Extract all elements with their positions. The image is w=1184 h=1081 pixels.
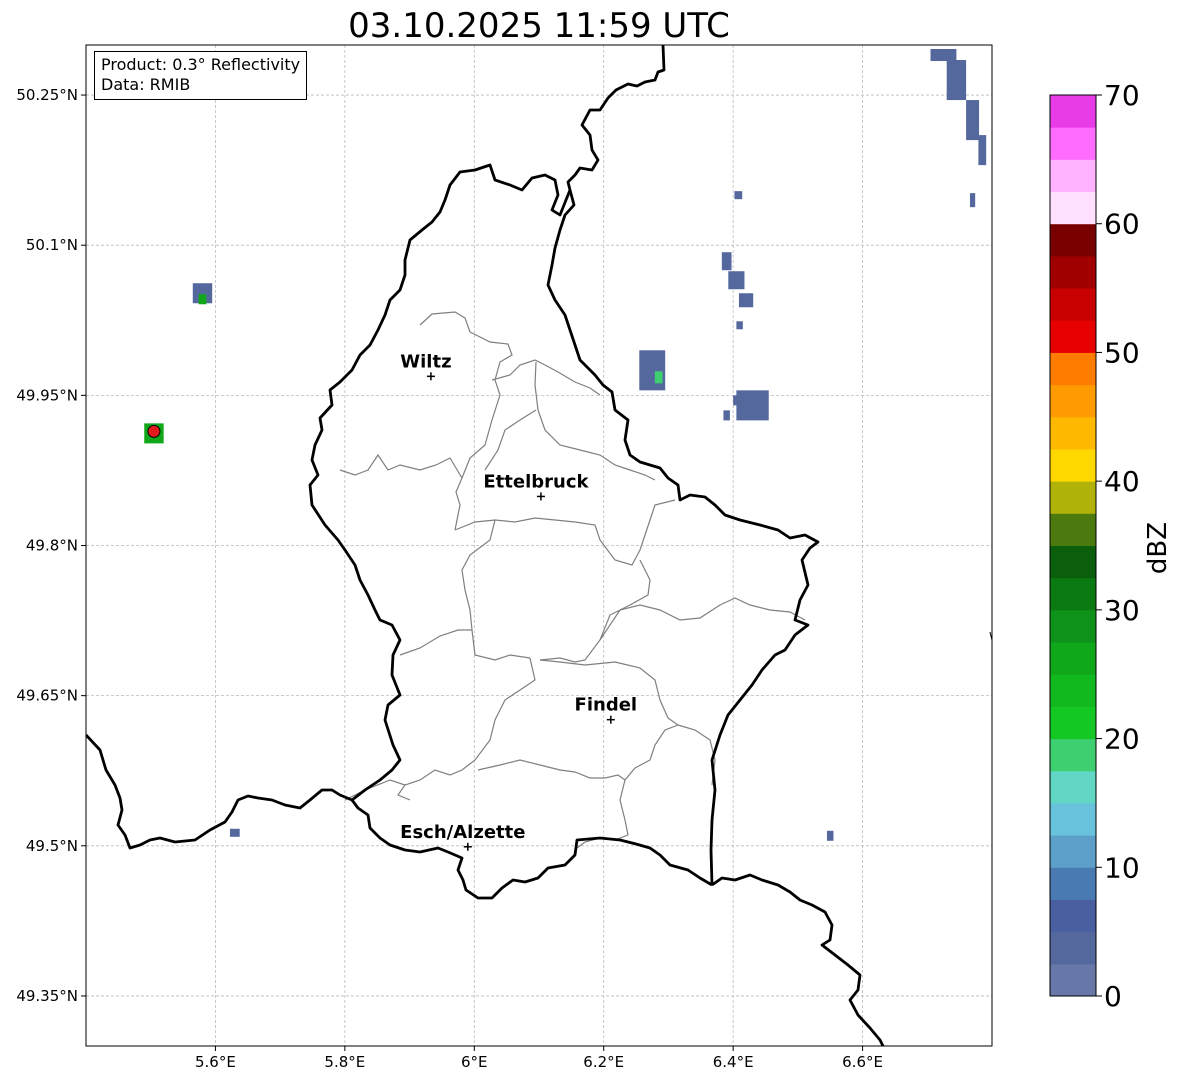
x-tick-label: 6.6°E — [842, 1053, 883, 1071]
colorbar-segment — [1050, 835, 1096, 868]
colorbar-segment — [1050, 706, 1096, 740]
canton-borders — [339, 311, 806, 849]
product-label: Product: 0.3° Reflectivity — [101, 55, 301, 74]
colorbar-segment — [1050, 481, 1096, 514]
echo-cell — [736, 390, 769, 421]
city-label: Ettelbruck — [483, 471, 589, 492]
echo-cell — [198, 294, 207, 305]
colorbar-segment — [1050, 770, 1096, 804]
echo-cell — [728, 271, 745, 290]
colorbar-segment — [1050, 642, 1096, 675]
colorbar-tick-label: 30 — [1104, 594, 1140, 627]
echo-cell — [966, 100, 980, 141]
echo-cell — [738, 293, 754, 308]
colorbar-tick-label: 70 — [1104, 79, 1140, 112]
radar-site-marker — [147, 424, 161, 438]
colorbar-segment — [1050, 577, 1096, 611]
colorbar-segment — [1050, 609, 1096, 643]
x-tick-label: 6°E — [461, 1053, 488, 1071]
gridlines — [86, 45, 992, 1046]
colorbar-segment — [1050, 320, 1096, 353]
colorbar-segment — [1050, 674, 1096, 707]
city-label: Esch/Alzette — [400, 822, 525, 843]
echo-cell — [734, 191, 743, 200]
colorbar-segment — [1050, 352, 1096, 386]
colorbar: 0 10 20 30 40 50 60 70 — [1049, 79, 1140, 1013]
echo-cell — [733, 395, 740, 406]
radar-echoes — [144, 49, 987, 841]
colorbar-segment — [1050, 416, 1096, 450]
colorbar-segment — [1050, 963, 1096, 997]
y-tick-label: 49.95°N — [16, 386, 78, 404]
city-markers: Wiltz Ettelbruck Findel Esch/Alzette — [400, 351, 638, 851]
y-tick-label: 49.8°N — [26, 537, 78, 555]
colorbar-segment — [1050, 191, 1096, 225]
echo-cell — [969, 193, 976, 208]
country-borders — [86, 45, 885, 1046]
echo-cell — [723, 410, 730, 421]
echo-cell — [978, 135, 987, 166]
radar-map: WiltzEttelbruckFindelEsch/Alzette 5.6°E 5… — [16, 44, 1140, 1071]
x-tick-label: 6.4°E — [713, 1053, 754, 1071]
data-source-label: Data: RMIB — [101, 75, 191, 94]
echo-cell — [721, 252, 732, 271]
city-label: Findel — [575, 695, 638, 716]
colorbar-segment — [1050, 545, 1096, 579]
colorbar-tick-label: 0 — [1104, 980, 1122, 1013]
y-axis-ticks: 50.25°N 50.1°N 49.95°N 49.8°N 49.65°N 49.5°N 4… — [16, 86, 86, 1005]
colorbar-label: dBZ — [1143, 521, 1173, 575]
x-tick-label: 5.8°E — [324, 1053, 365, 1071]
x-tick-label: 6.2°E — [583, 1053, 624, 1071]
echo-cell — [826, 830, 834, 841]
x-tick-label: 5.6°E — [195, 1053, 236, 1071]
colorbar-segment — [1050, 738, 1096, 772]
y-tick-label: 50.25°N — [16, 86, 78, 104]
colorbar-segment — [1050, 899, 1096, 933]
colorbar-tick-label: 10 — [1104, 851, 1140, 884]
echo-cell — [946, 60, 967, 101]
colorbar-segment — [1050, 867, 1096, 900]
y-tick-label: 49.35°N — [16, 987, 78, 1005]
city-label: Wiltz — [400, 351, 451, 372]
echo-cell — [654, 371, 663, 384]
y-tick-label: 49.5°N — [26, 837, 78, 855]
colorbar-segment — [1050, 288, 1096, 321]
colorbar-segment — [1050, 513, 1096, 546]
colorbar-segment — [1050, 159, 1096, 193]
colorbar-segment — [1050, 255, 1096, 289]
colorbar-tick-label: 60 — [1104, 208, 1140, 241]
radar-site-dot — [147, 424, 161, 438]
colorbar-segment — [1050, 802, 1096, 836]
echo-cell — [639, 350, 666, 391]
echo-cell — [229, 828, 240, 837]
colorbar-segment — [1050, 95, 1096, 128]
info-box: Product: 0.3° Reflectivity Data: RMIB — [94, 51, 308, 100]
colorbar-tick-label: 40 — [1104, 465, 1140, 498]
x-axis-ticks: 5.6°E 5.8°E 6°E 6.2°E 6.4°E 6.6°E — [195, 1046, 883, 1071]
colorbar-tick-label: 50 — [1104, 336, 1140, 369]
echo-cell — [930, 49, 957, 62]
echo-cell — [736, 321, 743, 330]
y-tick-label: 50.1°N — [26, 236, 78, 254]
colorbar-segment — [1050, 384, 1096, 418]
colorbar-segment — [1050, 127, 1096, 160]
y-tick-label: 49.65°N — [16, 687, 78, 705]
colorbar-segment — [1050, 448, 1096, 482]
colorbar-segment — [1050, 931, 1096, 965]
colorbar-tick-label: 20 — [1104, 723, 1140, 756]
colorbar-segment — [1050, 223, 1096, 257]
